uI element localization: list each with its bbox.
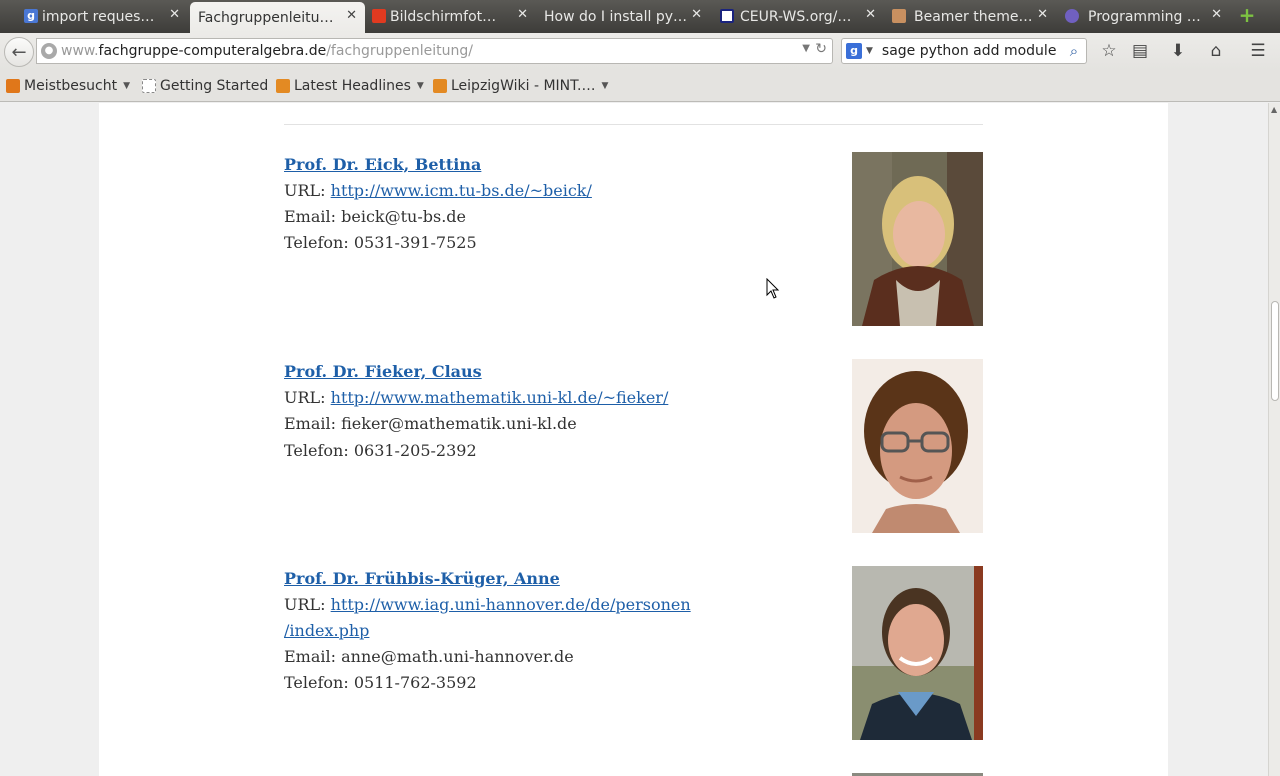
vertical-scrollbar[interactable]: ▲	[1268, 103, 1280, 776]
home-icon[interactable]: ⌂	[1205, 40, 1227, 62]
tab-title: Programming …	[1088, 8, 1201, 25]
close-icon[interactable]: ✕	[1211, 7, 1222, 22]
bookmark-star-icon[interactable]: ☆	[1098, 40, 1120, 62]
phone-value: 0531-391-7525	[353, 233, 477, 252]
person-photo	[852, 566, 983, 740]
tab-6[interactable]: Programming … ✕	[1062, 3, 1230, 30]
chevron-down-icon: ▼	[123, 81, 131, 91]
page-content: Prof. Dr. Eick, Bettina URL: http://www.…	[99, 103, 1168, 776]
new-tab-plus-icon[interactable]: +	[1238, 5, 1256, 25]
tab-3[interactable]: How do I install py… ✕	[538, 3, 710, 30]
navigation-toolbar: ← ● www.fachgruppe-computeralgebra.de/fa…	[0, 33, 1280, 70]
portrait-photo-eick	[852, 152, 983, 326]
chevron-down-icon: ▼	[416, 81, 424, 91]
tab-0[interactable]: g import reques… ✕	[20, 3, 188, 30]
programming-icon	[1065, 9, 1079, 23]
rss-icon	[276, 79, 290, 93]
phone-label: Telefon:	[284, 673, 349, 692]
url-label: URL:	[284, 181, 326, 200]
bookmark-label: Meistbesucht	[24, 78, 118, 94]
bookmark-label: LeipzigWiki - MINT.…	[451, 78, 596, 94]
mouse-cursor-icon	[766, 278, 780, 299]
scrollbar-thumb[interactable]	[1271, 301, 1279, 401]
download-icon[interactable]: ⬇	[1167, 40, 1189, 62]
url-dropdown-icon[interactable]: ▼	[802, 43, 810, 54]
google-icon: g	[24, 9, 38, 23]
person-photo	[852, 152, 983, 326]
close-icon[interactable]: ✕	[346, 8, 357, 23]
globe-icon: ●	[41, 43, 57, 59]
url-label: URL:	[284, 388, 326, 407]
url-prefix: www.	[61, 43, 99, 59]
rss-icon	[433, 79, 447, 93]
bookmarks-toolbar: Meistbesucht ▼ Getting Started Latest He…	[0, 70, 1280, 102]
tab-title: Fachgruppenleitu…	[198, 9, 334, 26]
bookmark-label: Getting Started	[160, 78, 269, 94]
tab-4[interactable]: CEUR-WS.org/… ✕	[714, 3, 884, 30]
tab-title: Bildschirmfot…	[390, 8, 497, 25]
phone-label: Telefon:	[284, 233, 349, 252]
email-value: beick@tu-bs.de	[341, 207, 466, 226]
tab-2[interactable]: Bildschirmfot… ✕	[368, 3, 536, 30]
page-icon	[142, 79, 156, 93]
url-bar[interactable]: ● www.fachgruppe-computeralgebra.de/fach…	[36, 38, 833, 64]
email-label: Email:	[284, 647, 337, 666]
homepage-link-continued[interactable]: /index.php	[284, 621, 369, 640]
url-text[interactable]: www.fachgruppe-computeralgebra.de/fachgr…	[61, 43, 473, 59]
phone-value: 0511-762-3592	[353, 673, 477, 692]
ceur-icon	[720, 9, 734, 23]
bookmark-latest-headlines[interactable]: Latest Headlines ▼	[276, 78, 424, 94]
close-icon[interactable]: ✕	[865, 7, 876, 22]
url-domain: fachgruppe-computeralgebra.de	[98, 43, 327, 59]
search-icon[interactable]: ⌕	[1064, 41, 1084, 61]
tab-title: How do I install py…	[544, 8, 688, 25]
tab-title: Beamer theme…	[914, 8, 1033, 25]
url-label: URL:	[284, 595, 326, 614]
bildschirmfoto-icon	[372, 9, 386, 23]
divider	[284, 124, 983, 125]
person-photo	[852, 359, 983, 533]
reading-list-icon[interactable]: ▤	[1129, 40, 1151, 62]
close-icon[interactable]: ✕	[1037, 7, 1048, 22]
bookmark-leipzigwiki[interactable]: LeipzigWiki - MINT.… ▼	[433, 78, 608, 94]
search-bar[interactable]: g ▼ sage python add module ⌕	[841, 38, 1087, 64]
chevron-down-icon: ▼	[601, 81, 609, 91]
reload-icon[interactable]: ↻	[815, 41, 827, 57]
scroll-up-icon[interactable]: ▲	[1271, 105, 1277, 114]
email-value: anne@math.uni-hannover.de	[341, 647, 574, 666]
search-input[interactable]: sage python add module	[882, 43, 1057, 59]
homepage-link[interactable]: http://www.mathematik.uni-kl.de/~fieker/	[331, 388, 669, 407]
tab-title: CEUR-WS.org/…	[740, 8, 852, 25]
email-value: fieker@mathematik.uni-kl.de	[341, 414, 577, 433]
tab-strip: g import reques… ✕ Fachgruppenleitu… ✕ B…	[0, 0, 1280, 33]
homepage-link[interactable]: http://www.iag.uni-hannover.de/de/person…	[331, 595, 691, 614]
url-path: /fachgruppenleitung/	[326, 43, 474, 59]
phone-label: Telefon:	[284, 441, 349, 460]
engine-dropdown-icon[interactable]: ▼	[866, 46, 873, 56]
close-icon[interactable]: ✕	[169, 7, 180, 22]
most-visited-icon	[6, 79, 20, 93]
bookmark-meistbesucht[interactable]: Meistbesucht ▼	[6, 78, 130, 94]
tab-5[interactable]: Beamer theme… ✕	[888, 3, 1056, 30]
close-icon[interactable]: ✕	[691, 7, 702, 22]
search-engine-google-icon[interactable]: g	[846, 43, 862, 59]
close-icon[interactable]: ✕	[517, 7, 528, 22]
bookmark-getting-started[interactable]: Getting Started	[142, 78, 268, 94]
back-arrow-icon: ←	[11, 41, 27, 63]
menu-icon[interactable]: ☰	[1247, 40, 1269, 62]
back-button[interactable]: ←	[4, 37, 34, 67]
phone-value: 0631-205-2392	[353, 441, 477, 460]
page-viewport: Prof. Dr. Eick, Bettina URL: http://www.…	[0, 103, 1268, 776]
bookmark-label: Latest Headlines	[294, 78, 411, 94]
portrait-photo-fieker	[852, 359, 983, 533]
homepage-link[interactable]: http://www.icm.tu-bs.de/~beick/	[331, 181, 592, 200]
tab-1-active[interactable]: Fachgruppenleitu… ✕	[190, 2, 365, 33]
portrait-photo-fruehbis-krueger	[852, 566, 983, 740]
tab-title: import reques…	[42, 8, 155, 25]
beamer-icon	[892, 9, 906, 23]
email-label: Email:	[284, 207, 337, 226]
email-label: Email:	[284, 414, 337, 433]
